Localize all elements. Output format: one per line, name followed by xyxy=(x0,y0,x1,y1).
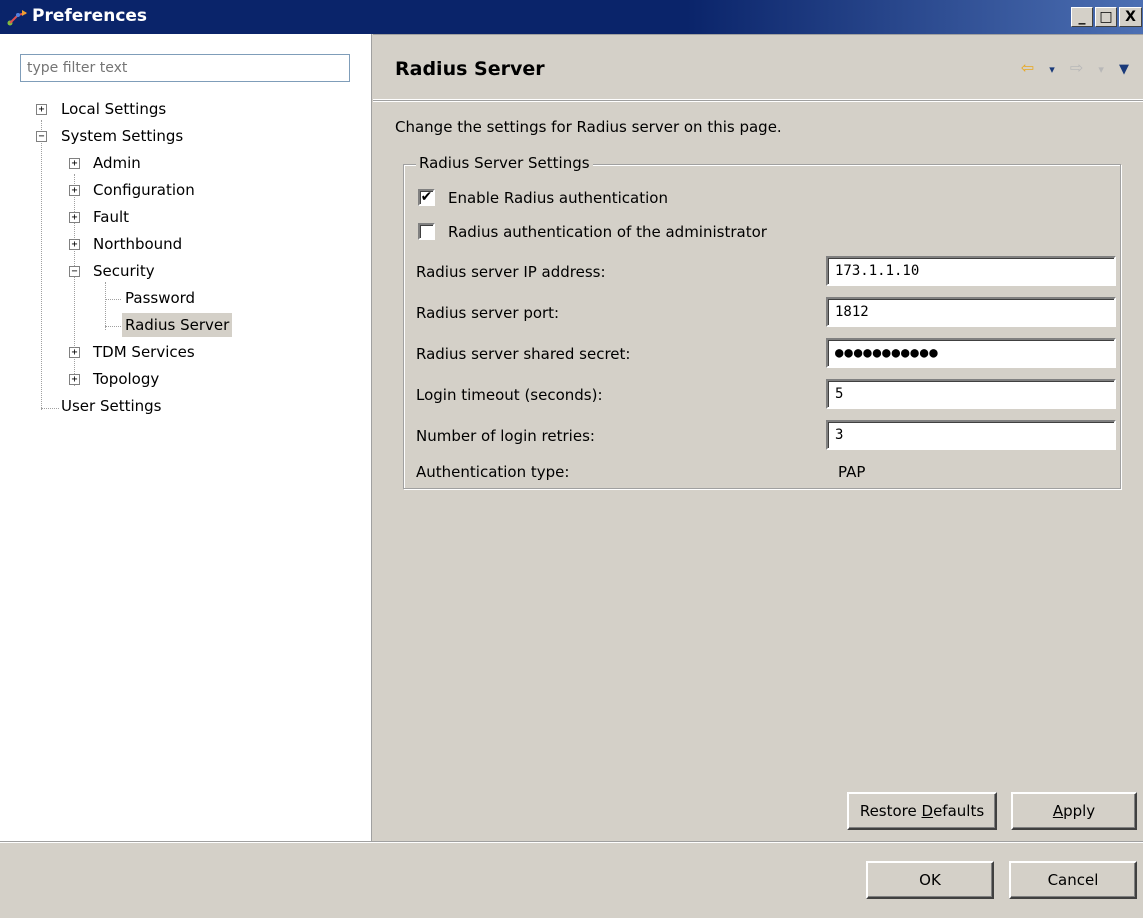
auth-type-label: Authentication type: xyxy=(416,463,570,481)
forward-menu-icon[interactable]: ▾ xyxy=(1098,63,1104,76)
close-button[interactable]: X xyxy=(1119,7,1142,27)
cancel-button[interactable]: Cancel xyxy=(1009,861,1137,899)
tree-item-fault[interactable]: Fault xyxy=(93,205,129,229)
page-header: Radius Server ⇦ ▾ ⇨ ▾ ▼ xyxy=(373,34,1143,100)
enable-radius-checkbox[interactable]: ✔ xyxy=(418,189,435,206)
maximize-button[interactable]: □ xyxy=(1095,7,1117,27)
tree-item-user-settings[interactable]: User Settings xyxy=(61,394,161,418)
back-menu-icon[interactable]: ▾ xyxy=(1049,63,1055,76)
preferences-tree: + Local Settings − System Settings + Adm… xyxy=(0,34,372,842)
expand-icon[interactable]: + xyxy=(69,239,80,250)
radius-settings-group: Radius Server Settings ✔ Enable Radius a… xyxy=(403,154,1121,489)
view-menu-icon[interactable]: ▼ xyxy=(1119,62,1129,77)
tree-item-topology[interactable]: Topology xyxy=(93,367,159,391)
minimize-button[interactable]: _ xyxy=(1071,7,1093,27)
preferences-tree-panel: + Local Settings − System Settings + Adm… xyxy=(0,34,372,842)
tree-item-configuration[interactable]: Configuration xyxy=(93,178,195,202)
port-label: Radius server port: xyxy=(416,304,560,322)
enable-radius-label[interactable]: Enable Radius authentication xyxy=(448,186,668,210)
login-timeout-field[interactable] xyxy=(826,379,1116,409)
title-bar: Preferences _ □ X xyxy=(0,0,1143,34)
page-title: Radius Server xyxy=(395,58,545,80)
forward-arrow-icon[interactable]: ⇨ xyxy=(1070,58,1083,77)
expand-icon[interactable]: + xyxy=(69,347,80,358)
header-separator xyxy=(373,100,1143,102)
tree-item-security[interactable]: Security xyxy=(93,259,155,283)
apply-button[interactable]: Apply xyxy=(1011,792,1137,830)
collapse-icon[interactable]: − xyxy=(36,131,47,142)
expand-icon[interactable]: + xyxy=(69,158,80,169)
expand-icon[interactable]: + xyxy=(69,212,80,223)
login-timeout-label: Login timeout (seconds): xyxy=(416,386,603,404)
expand-icon[interactable]: + xyxy=(36,104,47,115)
tree-item-northbound[interactable]: Northbound xyxy=(93,232,182,256)
preferences-app-icon xyxy=(7,10,27,26)
auth-type-value: PAP xyxy=(838,463,866,481)
tree-item-local-settings[interactable]: Local Settings xyxy=(61,97,166,121)
expand-icon[interactable]: + xyxy=(69,374,80,385)
admin-auth-label[interactable]: Radius authentication of the administrat… xyxy=(448,220,767,244)
back-arrow-icon[interactable]: ⇦ xyxy=(1021,58,1034,77)
tree-item-admin[interactable]: Admin xyxy=(93,151,141,175)
tree-item-system-settings[interactable]: System Settings xyxy=(61,124,183,148)
port-field[interactable] xyxy=(826,297,1116,327)
ok-button[interactable]: OK xyxy=(866,861,994,899)
ip-address-label: Radius server IP address: xyxy=(416,263,606,281)
shared-secret-label: Radius server shared secret: xyxy=(416,345,631,363)
admin-auth-checkbox[interactable] xyxy=(418,223,435,240)
expand-icon[interactable]: + xyxy=(69,185,80,196)
page-description: Change the settings for Radius server on… xyxy=(395,118,782,136)
restore-defaults-button[interactable]: Restore Defaults xyxy=(847,792,997,830)
login-retries-field[interactable] xyxy=(826,420,1116,450)
ip-address-field[interactable] xyxy=(826,256,1116,286)
page-navigation: ⇦ ▾ ⇨ ▾ ▼ xyxy=(1011,58,1129,77)
tree-item-tdm-services[interactable]: TDM Services xyxy=(93,340,195,364)
login-retries-label: Number of login retries: xyxy=(416,427,595,445)
preference-page: Radius Server ⇦ ▾ ⇨ ▾ ▼ Change the setti… xyxy=(373,34,1143,842)
tree-item-password[interactable]: Password xyxy=(125,286,195,310)
window-title: Preferences xyxy=(32,6,148,26)
dialog-button-bar: OK Cancel xyxy=(0,842,1143,918)
collapse-icon[interactable]: − xyxy=(69,266,80,277)
tree-item-radius-server[interactable]: Radius Server xyxy=(122,313,233,337)
group-legend: Radius Server Settings xyxy=(416,154,593,172)
shared-secret-field[interactable] xyxy=(826,338,1116,368)
